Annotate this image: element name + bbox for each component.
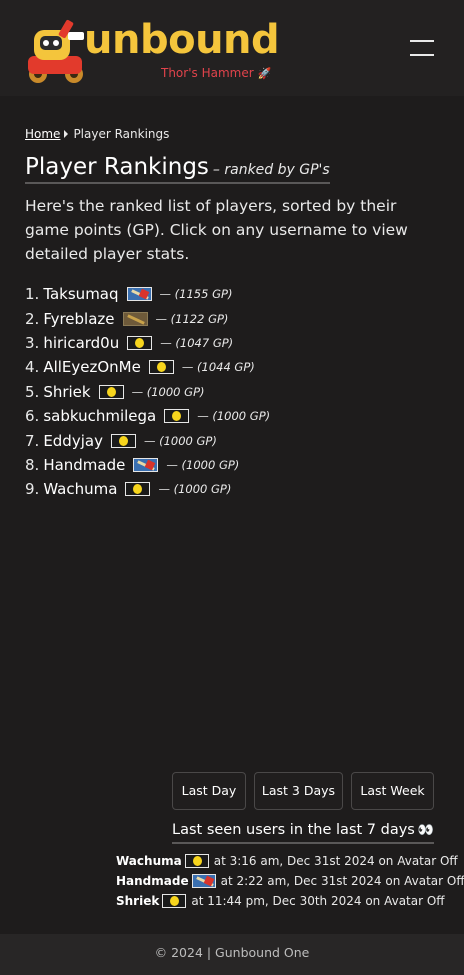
player-username-link[interactable]: Eddyjay [43,429,103,453]
ranking-item: 6. sabkuchmilega — (1000 GP) [25,404,445,428]
player-username-link[interactable]: AllEyezOnMe [43,355,141,379]
rank-number: 3. [25,333,40,352]
player-gp: — (1044 GP) [181,360,255,375]
last-seen-username-link[interactable]: Wachuma [116,851,182,871]
egg-icon [164,409,190,424]
ranking-item: 1. Taksumaq — (1155 GP) [25,282,445,306]
player-username-link[interactable]: Handmade [43,453,125,477]
rank-number: 9. [25,480,40,499]
ranking-item: 3. hiricard0u — (1047 GP) [25,331,445,355]
player-gp: — (1155 GP) [159,287,233,302]
hammer-icon [191,874,216,888]
site-footer: © 2024 | Gunbound One [0,934,464,975]
breadcrumb-separator-icon [64,130,69,138]
rank-number: 4. [25,358,40,377]
site-header: unbound Thor's Hammer 🚀 [0,0,464,96]
breadcrumb-current: Player Rankings [73,127,170,141]
mascot-logo-icon [28,19,84,83]
player-username-link[interactable]: Wachuma [43,477,117,501]
last-seen-heading: Last seen users in the last 7 days 👀 [172,818,434,844]
breadcrumb-home-link[interactable]: Home [25,127,60,141]
player-username-link[interactable]: Shriek [43,380,90,404]
egg-icon [110,433,136,448]
rocket-icon: 🚀 [257,67,272,80]
last-seen-username-link[interactable]: Handmade [116,871,189,891]
brand-subtitle: Thor's Hammer 🚀 [161,66,271,81]
rankings-list: 1. Taksumaq — (1155 GP) 2. Fyreblaze — (1122 … [25,282,445,502]
ranking-item: 4. AllEyezOnMe — (1044 GP) [25,355,445,379]
intro-text: Here's the ranked list of players, sorte… [25,197,408,263]
player-gp: — (1000 GP) [131,384,205,399]
hamburger-line-top [410,40,434,42]
player-username-link[interactable]: Taksumaq [43,282,118,306]
page-title: Player Rankings [25,154,209,180]
last-seen-username-link[interactable]: Shriek [116,891,159,911]
player-gp: — (1000 GP) [143,433,217,448]
rank-number: 7. [25,431,40,450]
brown-hammer-icon [122,311,148,326]
player-gp: — (1000 GP) [197,409,271,424]
hamburger-line-bottom [410,54,434,56]
rank-number: 2. [25,309,40,328]
last-seen-title: Last seen users in the last 7 days [172,822,415,838]
hamburger-menu-icon[interactable] [410,40,434,56]
footer-text: © 2024 | Gunbound One [154,945,310,960]
rank-number: 1. [25,285,40,304]
ranking-item: 2. Fyreblaze — (1122 GP) [25,306,445,330]
last-seen-item: Shriek at 11:44 pm, Dec 30th 2024 on Avat… [116,891,464,911]
last-3-days-button[interactable]: Last 3 Days [254,772,343,810]
page-subtitle: – ranked by GP's [212,162,330,178]
player-username-link[interactable]: hiricard0u [43,331,119,355]
brand-subtitle-text: Thor's Hammer [161,66,254,80]
page-title-block: Player Rankings – ranked by GP's [25,152,330,184]
egg-icon [162,894,187,908]
hammer-icon [133,457,159,472]
player-gp: — (1000 GP) [166,457,240,472]
last-seen-time: at 11:44 pm, Dec 30th 2024 on Avatar Off [191,894,445,908]
player-gp: — (1000 GP) [158,482,232,497]
ranking-item: 8. Handmade — (1000 GP) [25,453,445,477]
breadcrumb: Home Player Rankings [25,126,169,142]
last-seen-list: Wachuma at 3:16 am, Dec 31st 2024 on Avat… [116,851,464,911]
site-logo[interactable]: unbound Thor's Hammer 🚀 [24,14,280,84]
eyes-icon: 👀 [417,823,435,838]
player-gp: — (1047 GP) [160,335,234,350]
hammer-icon [126,287,152,302]
player-username-link[interactable]: Fyreblaze [43,307,114,331]
egg-icon [184,854,209,868]
egg-icon [98,384,124,399]
rank-number: 5. [25,382,40,401]
ranking-item: 7. Eddyjay — (1000 GP) [25,428,445,452]
last-week-button[interactable]: Last Week [351,772,434,810]
player-gp: — (1122 GP) [155,311,229,326]
player-username-link[interactable]: sabkuchmilega [43,404,156,428]
egg-icon [127,335,153,350]
last-seen-item: Handmade at 2:22 am, Dec 31st 2024 on Ava… [116,871,464,891]
egg-icon [148,360,174,375]
last-seen-item: Wachuma at 3:16 am, Dec 31st 2024 on Avat… [116,851,464,871]
last-seen-time: at 2:22 am, Dec 31st 2024 on Avatar Off [220,874,464,888]
last-seen-time: at 3:16 am, Dec 31st 2024 on Avatar Off [213,854,458,868]
rank-number: 6. [25,407,40,426]
ranking-item: 9. Wachuma — (1000 GP) [25,477,445,501]
ranking-item: 5. Shriek — (1000 GP) [25,380,445,404]
egg-icon [125,482,151,497]
last-day-button[interactable]: Last Day [172,772,246,810]
rank-number: 8. [25,455,40,474]
brand-name: unbound [84,17,280,63]
